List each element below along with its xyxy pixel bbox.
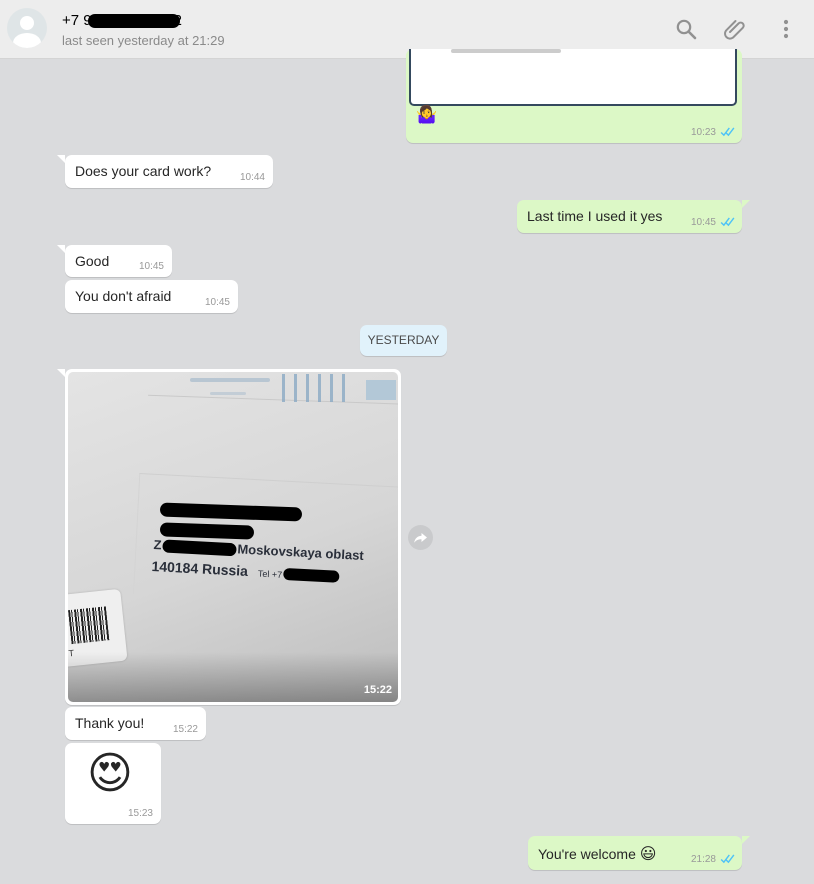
message-incoming[interactable]: Good 10:45	[65, 245, 172, 277]
message-time: 10:44	[239, 172, 265, 183]
message-emoji: 🤷‍♀️	[416, 105, 438, 124]
menu-icon[interactable]	[774, 17, 798, 41]
message-text: Good	[75, 253, 110, 269]
message-time: 15:23	[127, 808, 153, 819]
bubble-tail	[57, 245, 65, 253]
photo-time: 15:22	[363, 684, 392, 696]
heart-eyes-emoji: 😍	[87, 749, 133, 798]
message-time: 10:23	[690, 127, 716, 138]
message-outgoing[interactable]: Last time I used it yes 10:45	[517, 200, 742, 233]
message-time: 10:45	[138, 261, 164, 272]
bubble-tail	[57, 369, 65, 377]
message-incoming-emoji[interactable]: 😍 15:23	[65, 743, 161, 824]
message-time: 10:45	[690, 217, 716, 228]
message-text: You don't afraid	[75, 288, 172, 304]
photo-envelope[interactable]: Z Moskovskaya oblast 140184 Russia Tel +7 …	[68, 372, 398, 702]
message-incoming[interactable]: You don't afraid 10:45	[65, 280, 238, 313]
message-time: 21:28	[690, 854, 716, 865]
message-outgoing[interactable]: 🤷‍♀️ 10:23	[406, 49, 742, 143]
bubble-tail	[742, 200, 750, 208]
message-incoming-photo[interactable]: Z Moskovskaya oblast 140184 Russia Tel +7 …	[65, 369, 401, 705]
forward-button[interactable]	[408, 525, 433, 550]
search-icon[interactable]	[674, 17, 698, 41]
message-text: You're welcome 😃	[538, 846, 657, 863]
last-seen-status: last seen yesterday at 21:29	[62, 33, 225, 48]
message-text: Does your card work?	[75, 163, 212, 179]
read-receipt-icon	[720, 127, 735, 137]
day-divider: YESTERDAY	[360, 325, 447, 356]
message-incoming[interactable]: Does your card work? 10:44	[65, 155, 273, 188]
message-text: Thank you!	[75, 715, 145, 731]
contact-name[interactable]: +7 92	[62, 12, 182, 29]
smiley-emoji: 😃	[639, 846, 657, 863]
message-time: 10:45	[204, 297, 230, 308]
forward-icon	[414, 533, 427, 543]
bubble-tail	[57, 155, 65, 163]
message-incoming[interactable]: Thank you! 15:22	[65, 707, 206, 740]
chat-area[interactable]: 🤷‍♀️ 10:23 Does your card work? 10:44 La…	[0, 49, 814, 884]
bubble-tail	[742, 836, 750, 844]
message-text: Last time I used it yes	[527, 208, 663, 224]
read-receipt-icon	[720, 854, 735, 864]
message-time: 15:22	[172, 724, 198, 735]
avatar[interactable]	[7, 8, 47, 48]
shared-card-preview[interactable]	[409, 49, 737, 106]
redaction-mark	[87, 14, 180, 29]
message-outgoing[interactable]: You're welcome 😃 21:28	[528, 836, 742, 870]
attach-icon[interactable]	[723, 17, 747, 41]
contact-name-suffix: 2	[173, 12, 182, 29]
read-receipt-icon	[720, 217, 735, 227]
